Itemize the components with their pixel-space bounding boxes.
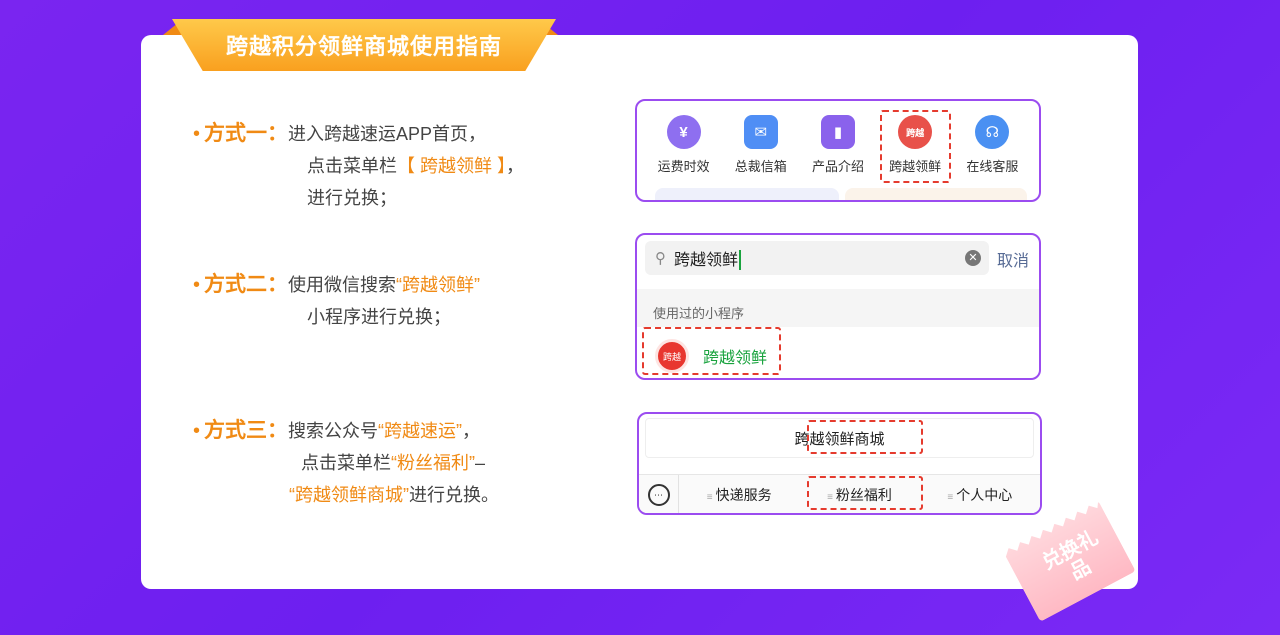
yuan-clock-icon: ¥ bbox=[666, 115, 701, 149]
method-two-highlight: “跨越领鲜” bbox=[396, 275, 481, 295]
cancel-button[interactable]: 取消 bbox=[997, 247, 1029, 271]
menu-item-express[interactable]: ≡ 快递服务 bbox=[679, 485, 799, 505]
method-two: • 方式二：使用微信搜索“跨越领鲜” 小程序进行兑换； bbox=[193, 273, 481, 327]
method-one-highlight: 【 跨越领鲜 】 bbox=[397, 156, 507, 176]
method-three-line-2: 点击菜单栏 bbox=[301, 453, 391, 473]
app-icon-products[interactable]: ▮ 产品介绍 bbox=[801, 115, 875, 175]
method-three-highlight-3: “跨越领鲜商城” bbox=[289, 485, 409, 505]
method-three-label: 方式三： bbox=[204, 419, 289, 442]
app-icon-online-service[interactable]: ☊ 在线客服 bbox=[955, 115, 1029, 175]
method-three: • 方式三：搜索公众号“跨越速运”， 点击菜单栏“粉丝福利”– “跨越领鲜商城”进… bbox=[193, 419, 499, 505]
page-title: 跨越积分领鲜商城使用指南 bbox=[225, 34, 502, 59]
search-query: 跨越领鲜 bbox=[674, 251, 739, 269]
method-two-label: 方式二： bbox=[204, 273, 289, 296]
method-two-line-1: 使用微信搜索 bbox=[288, 275, 397, 295]
clear-icon[interactable]: ✕ bbox=[965, 250, 981, 266]
method-one-line-3: 进行兑换； bbox=[307, 188, 397, 208]
method-three-line-3: 进行兑换。 bbox=[409, 485, 499, 505]
menu-item-personal[interactable]: ≡ 个人中心 bbox=[920, 485, 1040, 505]
method-three-highlight-2: “粉丝福利” bbox=[391, 453, 475, 473]
title-ribbon: 跨越积分领鲜商城使用指南 bbox=[172, 19, 556, 71]
method-three-highlight-1: “跨越速运” bbox=[378, 421, 463, 441]
section-header: 使用过的小程序 bbox=[637, 289, 1039, 327]
method-two-line-2: 小程序进行兑换； bbox=[307, 307, 451, 327]
mail-icon: ✉ bbox=[743, 115, 778, 149]
official-account-panel: 跨越领鲜商城 ⋯ ≡ 快递服务 ≡ 粉丝福利 ≡ 个人中心 bbox=[637, 412, 1042, 515]
method-one-line-1: 进入跨越速运APP首页， bbox=[288, 124, 487, 144]
app-icon-ceo-mailbox[interactable]: ✉ 总裁信箱 bbox=[724, 115, 798, 175]
method-one: • 方式一：进入跨越速运APP首页， 点击菜单栏【 跨越领鲜 】， 进行兑换； bbox=[193, 122, 525, 208]
highlight-box-wechat bbox=[642, 327, 781, 375]
wechat-search-panel: ⚲ 跨越领鲜 ✕ 取消 使用过的小程序 跨越 跨越领鲜 bbox=[635, 233, 1041, 380]
keyboard-icon[interactable]: ⋯ bbox=[639, 474, 679, 513]
app-icon-shipping-time[interactable]: ¥ 运费时效 bbox=[647, 115, 721, 175]
headset-icon: ☊ bbox=[975, 115, 1010, 149]
highlight-box-banner bbox=[807, 420, 923, 454]
highlight-box-app bbox=[880, 110, 951, 183]
search-input[interactable]: ⚲ 跨越领鲜 ✕ bbox=[645, 241, 989, 275]
method-three-line-1: 搜索公众号 bbox=[288, 421, 379, 441]
book-icon: ▮ bbox=[820, 115, 855, 149]
highlight-box-menu bbox=[807, 476, 923, 510]
method-one-line-2: 点击菜单栏 bbox=[307, 156, 397, 176]
method-one-label: 方式一： bbox=[204, 122, 289, 145]
app-home-panel: ¥ 运费时效 ✉ 总裁信箱 ▮ 产品介绍 跨越 跨越领鲜 ☊ 在线客服 bbox=[635, 99, 1041, 202]
search-icon: ⚲ bbox=[655, 250, 666, 267]
